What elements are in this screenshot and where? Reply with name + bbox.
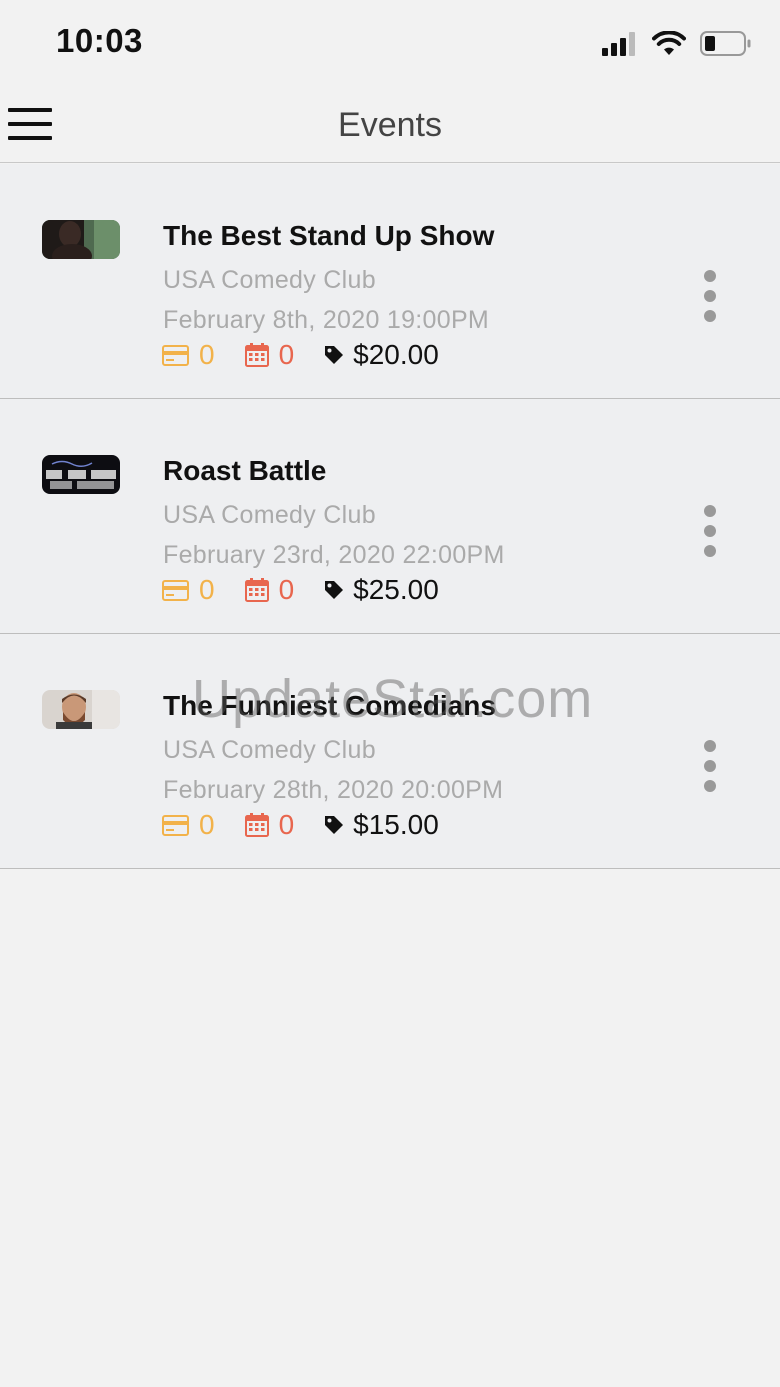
- event-thumbnail: [42, 455, 120, 494]
- dates-stat: 0: [244, 574, 295, 606]
- calendar-icon: [244, 343, 269, 367]
- price-stat: $25.00: [324, 574, 439, 606]
- event-venue: USA Comedy Club: [163, 501, 376, 529]
- event-list: The Best Stand Up Show USA Comedy Club F…: [0, 164, 780, 869]
- dot: [704, 760, 716, 772]
- event-venue: USA Comedy Club: [163, 266, 376, 294]
- price-tag-icon: [325, 816, 344, 834]
- battery-icon: [700, 31, 751, 56]
- dot: [704, 525, 716, 537]
- dates-stat: 0: [244, 339, 295, 371]
- event-title: The Funniest Comedians: [163, 690, 496, 721]
- nav-bar: Events: [0, 88, 780, 163]
- price-tag-icon: [325, 346, 344, 364]
- price-stat: $20.00: [324, 339, 439, 371]
- tickets-stat: 0: [162, 339, 215, 371]
- event-title: Roast Battle: [163, 455, 327, 486]
- ticket-card-icon: [162, 579, 189, 601]
- dot: [704, 780, 716, 792]
- events-screen: 10:03 Events The Best Stand Up Show USA …: [0, 0, 780, 1387]
- wifi-icon: [652, 31, 686, 55]
- event-price: $15.00: [353, 809, 439, 840]
- dot: [704, 310, 716, 322]
- event-date: February 28th, 2020 20:00PM: [163, 776, 504, 804]
- event-price: $25.00: [353, 574, 439, 605]
- dot: [704, 545, 716, 557]
- dot: [704, 740, 716, 752]
- calendar-icon: [244, 813, 269, 837]
- ticket-card-icon: [162, 344, 189, 366]
- dot: [704, 290, 716, 302]
- event-row[interactable]: The Funniest Comedians USA Comedy Club F…: [0, 634, 780, 869]
- page-title: Events: [338, 106, 442, 144]
- status-time: 10:03: [56, 22, 143, 59]
- event-thumbnail: [42, 220, 120, 259]
- event-thumbnail: [42, 690, 120, 729]
- dates-count: 0: [278, 809, 295, 840]
- ticket-card-icon: [162, 814, 189, 836]
- status-icons: [602, 30, 752, 58]
- dot: [704, 270, 716, 282]
- tickets-count: 0: [199, 574, 215, 605]
- dates-stat: 0: [244, 809, 295, 841]
- event-row[interactable]: Roast Battle USA Comedy Club February 23…: [0, 399, 780, 634]
- event-stats: 0 0: [162, 573, 439, 607]
- status-bar: 10:03: [0, 0, 780, 88]
- event-date: February 8th, 2020 19:00PM: [163, 306, 490, 334]
- cellular-signal-icon: [602, 32, 635, 56]
- tickets-count: 0: [199, 809, 215, 840]
- tickets-stat: 0: [162, 809, 215, 841]
- dates-count: 0: [278, 339, 295, 370]
- event-stats: 0 0: [162, 808, 439, 842]
- event-venue: USA Comedy Club: [163, 736, 376, 764]
- more-options-button[interactable]: [695, 268, 725, 324]
- dot: [704, 505, 716, 517]
- event-row[interactable]: The Best Stand Up Show USA Comedy Club F…: [0, 164, 780, 399]
- more-options-button[interactable]: [695, 738, 725, 794]
- event-stats: 0 0: [162, 338, 439, 372]
- event-date: February 23rd, 2020 22:00PM: [163, 541, 505, 569]
- calendar-icon: [244, 578, 269, 602]
- dates-count: 0: [278, 574, 295, 605]
- more-options-button[interactable]: [695, 503, 725, 559]
- price-tag-icon: [325, 581, 344, 599]
- event-title: The Best Stand Up Show: [163, 220, 495, 251]
- tickets-count: 0: [199, 339, 215, 370]
- event-price: $20.00: [353, 339, 439, 370]
- price-stat: $15.00: [324, 809, 439, 841]
- tickets-stat: 0: [162, 574, 215, 606]
